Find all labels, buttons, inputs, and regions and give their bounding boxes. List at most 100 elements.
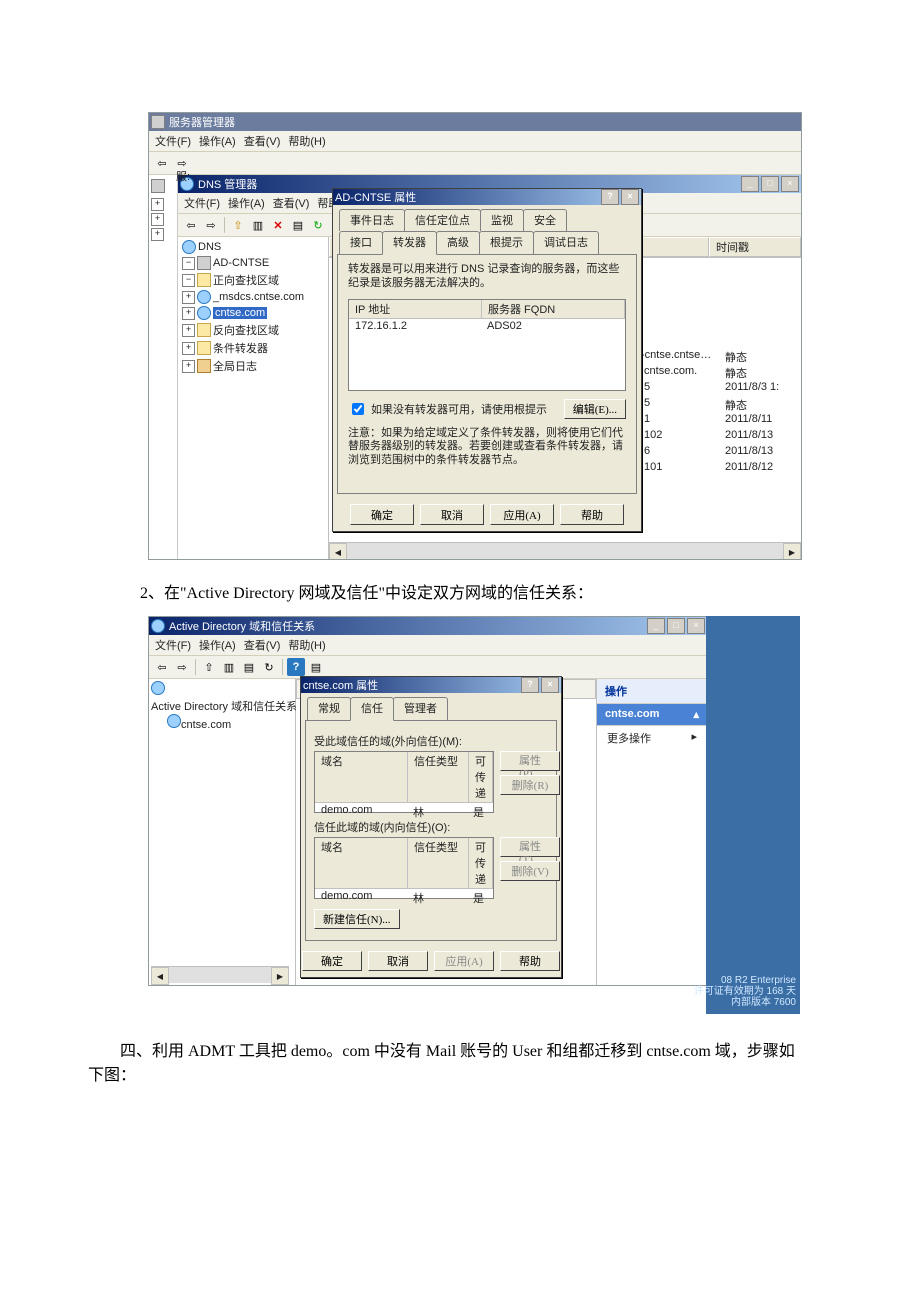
- maximize-button[interactable]: □: [761, 176, 779, 192]
- trust-properties-button-2[interactable]: 属性(T)...: [500, 837, 560, 857]
- refresh-icon[interactable]: ↻: [260, 658, 278, 676]
- tab-event-log[interactable]: 事件日志: [339, 209, 405, 231]
- scroll-right-icon[interactable]: ▶: [271, 967, 289, 985]
- action-more[interactable]: 更多操作▸: [597, 726, 707, 750]
- forward-icon[interactable]: ⇨: [173, 658, 191, 676]
- trust-delete-button-2[interactable]: 删除(V): [500, 861, 560, 881]
- server-manager-menubar[interactable]: 文件(F) 操作(A) 查看(V) 帮助(H): [149, 131, 801, 152]
- close-button[interactable]: ×: [781, 176, 799, 192]
- incoming-trust-list[interactable]: 域名 信任类型 可传递 demo.com 林 是: [314, 837, 494, 899]
- help-button[interactable]: ?: [601, 189, 619, 205]
- new-trust-button[interactable]: 新建信任(N)...: [314, 909, 400, 929]
- use-root-hints-checkbox[interactable]: [352, 403, 364, 415]
- tree-cond-fwd[interactable]: 条件转发器: [213, 340, 268, 356]
- ok-button[interactable]: 确定: [350, 504, 414, 525]
- collapse-icon[interactable]: ▴: [693, 708, 699, 721]
- close-button[interactable]: ×: [687, 618, 705, 634]
- back-icon[interactable]: ⇦: [153, 658, 171, 676]
- menu-action[interactable]: 操作(A): [199, 133, 236, 149]
- scroll-left-icon[interactable]: ◀: [151, 967, 169, 985]
- minimize-button[interactable]: _: [647, 618, 665, 634]
- forwarders-list[interactable]: IP 地址 服务器 FQDN 172.16.1.2 ADS02: [348, 299, 626, 391]
- close-button[interactable]: ×: [541, 677, 559, 693]
- cancel-button[interactable]: 取消: [368, 951, 428, 971]
- trust-row[interactable]: demo.com 林 是: [315, 889, 493, 907]
- expand-icon[interactable]: +: [182, 324, 195, 337]
- outgoing-trust-list[interactable]: 域名 信任类型 可传递 demo.com 林 是: [314, 751, 494, 813]
- forward-icon[interactable]: ⇨: [202, 216, 220, 234]
- back-icon[interactable]: ⇦: [182, 216, 200, 234]
- menu-view[interactable]: 查看(V): [273, 195, 310, 211]
- ad-tree-domain[interactable]: cntse.com: [181, 719, 231, 731]
- help-button[interactable]: ?: [521, 677, 539, 693]
- minimize-button[interactable]: _: [741, 176, 759, 192]
- expand-icon[interactable]: +: [182, 360, 195, 373]
- menu-action[interactable]: 操作(A): [199, 637, 236, 653]
- tab-general[interactable]: 常规: [307, 697, 351, 720]
- ad-tree-root[interactable]: Active Directory 域和信任关系 [: [151, 701, 303, 713]
- maximize-button[interactable]: □: [667, 618, 685, 634]
- col-timestamp[interactable]: 时间戳: [709, 237, 801, 257]
- tab-trust-anchor[interactable]: 信任定位点: [404, 209, 481, 231]
- tab-monitor[interactable]: 监视: [480, 209, 524, 231]
- tab-security[interactable]: 安全: [523, 209, 567, 231]
- list-icon[interactable]: ▥: [249, 216, 267, 234]
- tab-advanced[interactable]: 高级: [436, 231, 480, 254]
- horizontal-scrollbar[interactable]: ◀ ▶: [329, 542, 801, 559]
- properties-icon[interactable]: ▤: [289, 216, 307, 234]
- expand-icon[interactable]: +: [182, 291, 195, 304]
- edit-button[interactable]: 编辑(E)...: [564, 399, 626, 419]
- menu-view[interactable]: 查看(V): [244, 637, 281, 653]
- dialog-tabs[interactable]: 常规 信任 管理者: [301, 693, 561, 720]
- expand-icon[interactable]: +: [182, 307, 195, 320]
- tree-rev-zone[interactable]: 反向查找区域: [213, 322, 279, 338]
- tab-forwarders[interactable]: 转发器: [382, 231, 437, 255]
- tab-manager[interactable]: 管理者: [393, 697, 448, 720]
- expand-icon[interactable]: +: [151, 198, 164, 211]
- cancel-button[interactable]: 取消: [420, 504, 484, 525]
- tab-debug-log[interactable]: 调试日志: [533, 231, 599, 254]
- menu-view[interactable]: 查看(V): [244, 133, 281, 149]
- list-icon[interactable]: ▥: [220, 658, 238, 676]
- collapse-icon[interactable]: −: [182, 257, 195, 270]
- close-button[interactable]: ×: [621, 189, 639, 205]
- apply-button[interactable]: 应用(A): [434, 951, 494, 971]
- tree-dns-root[interactable]: DNS: [198, 241, 221, 253]
- tree-global-log[interactable]: 全局日志: [213, 358, 257, 374]
- menu-file[interactable]: 文件(F): [155, 133, 191, 149]
- dialog-tabs-row2[interactable]: 接口 转发器 高级 根提示 调试日志: [333, 231, 641, 254]
- delete-icon[interactable]: ✕: [269, 216, 287, 234]
- scroll-left-icon[interactable]: ◀: [329, 543, 347, 559]
- refresh-icon[interactable]: ↻: [309, 216, 327, 234]
- ok-button[interactable]: 确定: [302, 951, 362, 971]
- menu-file[interactable]: 文件(F): [184, 195, 220, 211]
- trust-delete-button[interactable]: 删除(R): [500, 775, 560, 795]
- menu-file[interactable]: 文件(F): [155, 637, 191, 653]
- tree-zone2[interactable]: cntse.com: [213, 307, 267, 319]
- tab-trust[interactable]: 信任: [350, 697, 394, 721]
- expand-icon[interactable]: +: [151, 228, 164, 241]
- menu-help[interactable]: 帮助(H): [288, 637, 325, 653]
- help-button[interactable]: 帮助: [560, 504, 624, 525]
- dialog-tabs[interactable]: 事件日志 信任定位点 监视 安全: [333, 205, 641, 231]
- help-button[interactable]: 帮助: [500, 951, 560, 971]
- forwarder-row[interactable]: 172.16.1.2 ADS02: [349, 319, 625, 333]
- apply-button[interactable]: 应用(A): [490, 504, 554, 525]
- ad-trusts-menubar[interactable]: 文件(F) 操作(A) 查看(V) 帮助(H): [149, 635, 707, 656]
- properties-icon[interactable]: ▤: [307, 658, 325, 676]
- tab-interface[interactable]: 接口: [339, 231, 383, 254]
- help-icon[interactable]: ?: [287, 658, 305, 676]
- scroll-right-icon[interactable]: ▶: [783, 543, 801, 559]
- export-icon[interactable]: ▤: [240, 658, 258, 676]
- tree-fwd-zone[interactable]: 正向查找区域: [213, 272, 279, 288]
- tree-zone1[interactable]: _msdcs.cntse.com: [213, 291, 304, 303]
- tree-scrollbar[interactable]: ◀ ▶: [151, 966, 289, 983]
- up-icon[interactable]: ⇧: [229, 216, 247, 234]
- tab-root-hints[interactable]: 根提示: [479, 231, 534, 254]
- back-icon[interactable]: ⇦: [153, 154, 171, 172]
- menu-help[interactable]: 帮助(H): [288, 133, 325, 149]
- trust-properties-button[interactable]: 属性(P)...: [500, 751, 560, 771]
- dns-tree[interactable]: DNS −AD-CNTSE −正向查找区域 +_msdcs.cntse.com …: [178, 237, 329, 559]
- menu-action[interactable]: 操作(A): [228, 195, 265, 211]
- tree-server[interactable]: AD-CNTSE: [213, 257, 269, 269]
